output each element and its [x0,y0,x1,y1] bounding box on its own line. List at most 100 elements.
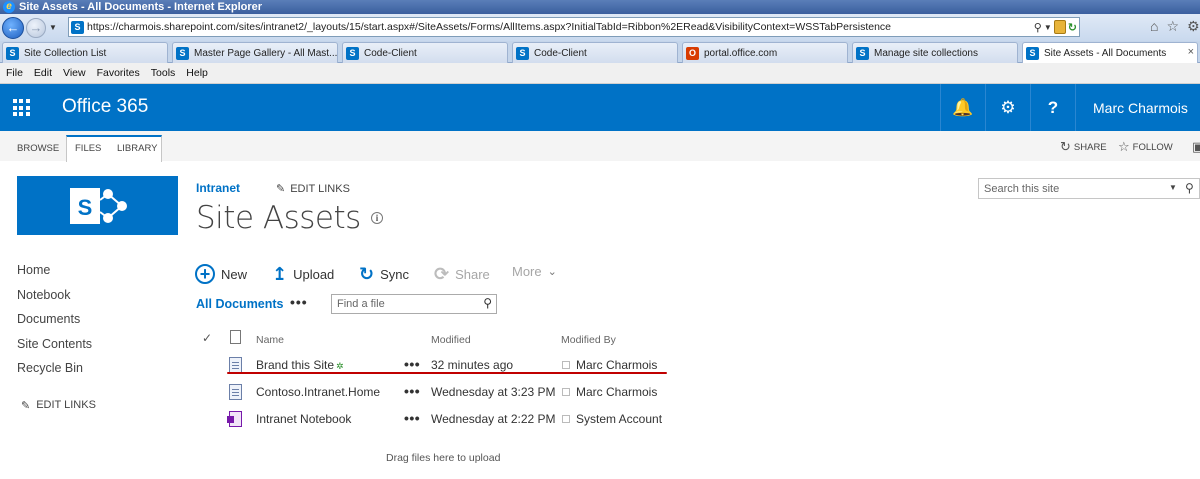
chevron-down-icon[interactable]: ▼ [1044,23,1052,32]
select-all-checkmark-icon[interactable]: ✓ [202,331,212,345]
focus-content-button[interactable]: ▣ [1192,139,1200,155]
nav-item-recycle-bin[interactable]: Recycle Bin [17,360,92,385]
browser-tab[interactable]: S Master Page Gallery - All Mast... [172,42,338,63]
search-placeholder: Search this site [984,182,1060,195]
modified-by-link[interactable]: Marc Charmois [576,385,657,399]
modified-date: Wednesday at 2:22 PM [431,412,556,426]
modified-date: 32 minutes ago [431,358,514,372]
item-ellipsis-menu[interactable]: ••• [404,383,420,399]
onenote-document-icon [227,411,242,427]
tab-label: portal.office.com [704,47,778,59]
favorites-star-icon[interactable]: ☆ [1166,18,1179,35]
chevron-down-icon: ▼ [49,23,57,32]
menu-view[interactable]: View [63,67,86,79]
user-menu[interactable]: Marc Charmois [1075,84,1200,131]
modified-by-link[interactable]: System Account [576,412,662,426]
tab-label: Site Assets - All Documents [1044,47,1167,59]
file-name-link[interactable]: Brand this Site ✲ [256,358,344,372]
nav-item-documents[interactable]: Documents [17,311,92,336]
share-action[interactable]: ↻ SHARE [1060,139,1107,155]
suite-brand[interactable]: Office 365 [62,96,148,118]
address-bar[interactable]: S https://charmois.sharepoint.com/sites/… [68,17,1080,37]
nav-item-notebook[interactable]: Notebook [17,287,92,312]
menu-tools[interactable]: Tools [151,67,176,79]
tab-browse[interactable]: BROWSE [17,135,59,161]
share-icon: ↻ [1060,139,1071,154]
info-icon[interactable]: i [370,212,383,224]
column-modified[interactable]: Modified [431,334,471,346]
back-button[interactable]: ← [2,16,24,39]
share-icon: ⟳ [434,264,450,284]
find-placeholder: Find a file [337,298,385,310]
item-ellipsis-menu[interactable]: ••• [404,410,420,426]
edit-links-nav[interactable]: ✎ EDIT LINKS [21,399,96,412]
view-options-ellipsis[interactable]: ••• [290,294,308,310]
new-button[interactable]: + New [195,264,247,284]
presence-icon [562,415,570,423]
chevron-down-icon: ⌄ [547,266,557,278]
document-type-icon [230,330,241,344]
nav-item-home[interactable]: Home [17,262,92,287]
more-label: More [512,264,542,279]
close-icon[interactable]: × [1188,46,1194,58]
sharepoint-icon: S [516,46,529,60]
forward-button[interactable]: → [26,17,46,38]
browser-tab[interactable]: S Manage site collections [852,42,1018,63]
follow-action[interactable]: ☆ FOLLOW [1118,139,1173,155]
arrow-left-icon: ← [6,20,20,35]
search-icon[interactable]: ⚲ [1185,181,1194,195]
tab-label: Code-Client [364,47,417,59]
menu-file[interactable]: File [6,67,23,79]
app-launcher-icon[interactable] [0,84,42,131]
share-button[interactable]: ⟳ Share [434,264,490,285]
browser-tab[interactable]: S Code-Client [342,42,508,63]
lock-icon[interactable] [1053,20,1066,34]
edit-links-top[interactable]: ✎ EDIT LINKS [276,182,350,196]
item-ellipsis-menu[interactable]: ••• [404,356,420,372]
sync-button[interactable]: ↻ Sync [359,264,409,285]
tab-label: Site Collection List [24,47,107,59]
list-item[interactable]: Intranet Notebook ••• Wednesday at 2:22 … [196,408,676,434]
site-logo[interactable]: S [17,176,178,235]
breadcrumb[interactable]: Intranet [196,181,240,195]
tab-files[interactable]: FILES [75,135,101,161]
search-icon[interactable]: ⚲ [483,296,492,310]
refresh-icon[interactable]: ↻ [1068,21,1077,34]
chevron-down-icon[interactable]: ▼ [1169,183,1177,192]
nav-item-site-contents[interactable]: Site Contents [17,336,92,361]
search-icon[interactable]: ⚲ [1034,21,1042,34]
browser-tab[interactable]: S Site Collection List [2,42,168,63]
help-button[interactable]: ? [1030,84,1075,131]
find-file-input[interactable]: Find a file ⚲ [331,294,497,314]
menu-favorites[interactable]: Favorites [97,67,140,79]
home-icon[interactable]: ⌂ [1150,18,1158,35]
list-item[interactable]: Contoso.Intranet.Home ••• Wednesday at 3… [196,381,676,407]
column-name[interactable]: Name [256,334,284,346]
gear-icon[interactable]: ⚙ [1187,18,1200,35]
list-item[interactable]: Brand this Site ✲ ••• 32 minutes ago Marc… [196,354,676,380]
modified-by-link[interactable]: Marc Charmois [576,358,657,372]
browser-tab-active[interactable]: S Site Assets - All Documents × [1022,42,1198,63]
menu-help[interactable]: Help [186,67,208,79]
menu-edit[interactable]: Edit [34,67,52,79]
modified-date: Wednesday at 3:23 PM [431,385,556,399]
site-search-input[interactable]: Search this site ▼ ⚲ [978,178,1200,199]
more-button[interactable]: More ⌄ [512,264,557,279]
edit-links-label: EDIT LINKS [36,399,96,411]
quick-launch: Home Notebook Documents Site Contents Re… [17,262,92,385]
browser-tab[interactable]: S Code-Client [512,42,678,63]
tab-library[interactable]: LIBRARY [117,135,157,161]
browser-tab[interactable]: O portal.office.com [682,42,848,63]
tab-label: Code-Client [534,47,587,59]
view-all-documents[interactable]: All Documents [196,297,284,311]
file-name-link[interactable]: Contoso.Intranet.Home [256,385,380,399]
settings-button[interactable]: ⚙ [985,84,1030,131]
url-text: https://charmois.sharepoint.com/sites/in… [87,21,892,33]
sharepoint-favicon: S [71,20,84,34]
upload-button[interactable]: ↥ Upload [272,264,334,285]
column-modified-by[interactable]: Modified By [561,334,616,346]
file-name-link[interactable]: Intranet Notebook [256,412,351,426]
history-dropdown-button[interactable]: ▼ [48,17,58,39]
notifications-button[interactable]: 🔔 [940,84,985,131]
new-item-icon: ✲ [336,361,344,371]
